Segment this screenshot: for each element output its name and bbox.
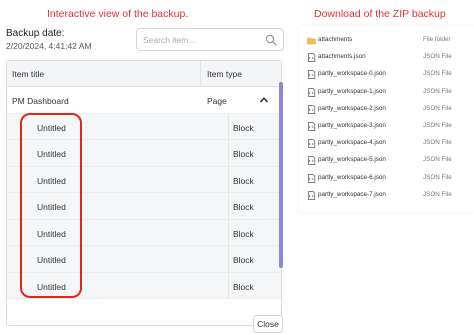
row-type: Block xyxy=(233,228,254,239)
file-name: partly_workspace-1.json xyxy=(318,87,386,95)
row-type: Block xyxy=(233,175,254,186)
row-title: PM Dashboard xyxy=(12,96,69,106)
table-header: Item title Item type xyxy=(7,61,281,87)
file-type: JSON File xyxy=(423,53,452,61)
file-name: partly_workspace-2.json xyxy=(318,104,386,112)
json-file-icon xyxy=(308,173,316,183)
row-type: Page xyxy=(207,96,227,106)
file-row[interactable]: partly_workspace-0.json JSON File xyxy=(299,66,474,83)
file-row[interactable]: partly_workspace-6.json JSON File xyxy=(299,170,474,187)
search-icon[interactable] xyxy=(265,34,277,46)
file-name: partly_workspace-6.json xyxy=(318,173,386,181)
json-file-icon xyxy=(308,87,316,97)
close-button[interactable]: Close xyxy=(253,315,283,333)
json-file-icon xyxy=(308,139,316,149)
column-divider xyxy=(228,113,229,139)
annotation-highlight xyxy=(20,113,82,298)
file-name: partly_workspace-7.json xyxy=(318,190,386,198)
file-name: partly_workspace-3.json xyxy=(318,122,386,129)
file-type: JSON File xyxy=(423,173,452,181)
column-divider xyxy=(228,272,229,298)
file-name: partly_workspace-5.json xyxy=(318,156,386,164)
backup-date-label: Backup date: xyxy=(6,28,65,39)
file-type: JSON File xyxy=(423,122,452,129)
file-row[interactable]: attachments File folder xyxy=(299,32,474,49)
row-type: Block xyxy=(233,255,254,265)
json-file-icon xyxy=(308,104,316,114)
file-name: attachments xyxy=(318,36,353,43)
table-row-parent[interactable]: PM Dashboard Page xyxy=(7,87,281,114)
search-box[interactable] xyxy=(136,28,284,51)
search-input[interactable] xyxy=(143,32,261,48)
file-row[interactable]: attachments.json JSON File xyxy=(299,49,474,66)
column-divider xyxy=(228,193,229,219)
json-file-icon xyxy=(308,53,316,63)
file-row[interactable]: partly_workspace-1.json JSON File xyxy=(299,84,474,101)
file-row[interactable]: partly_workspace-3.json JSON File xyxy=(299,118,474,135)
file-row[interactable]: partly_workspace-5.json JSON File xyxy=(299,152,474,169)
row-type: Block xyxy=(233,202,254,212)
json-file-icon xyxy=(308,190,316,200)
file-name: partly_workspace-0.json xyxy=(318,70,386,78)
row-type: Block xyxy=(233,149,254,159)
backup-date-value: 2/20/2024, 4:41:42 AM xyxy=(6,41,92,51)
json-file-icon xyxy=(308,70,316,80)
file-type: JSON File xyxy=(423,190,452,198)
json-file-icon xyxy=(308,156,316,166)
file-type: JSON File xyxy=(423,70,452,78)
column-divider xyxy=(228,246,229,272)
column-divider xyxy=(228,166,229,192)
caption-zip-download: Download of the ZIP backup xyxy=(314,8,446,20)
column-divider xyxy=(228,140,229,166)
file-name: attachments.json xyxy=(318,53,366,61)
column-header-title: Item title xyxy=(12,69,45,79)
file-type: JSON File xyxy=(423,87,452,95)
column-divider xyxy=(200,61,201,87)
file-row[interactable]: partly_workspace-4.json JSON File xyxy=(299,135,474,152)
chevron-up-icon[interactable] xyxy=(259,96,269,104)
row-type: Block xyxy=(233,281,254,292)
column-divider xyxy=(228,219,229,245)
zip-file-list: attachments File folder attachments.json JS… xyxy=(299,26,474,212)
file-type: JSON File xyxy=(423,156,452,164)
folder-icon xyxy=(307,37,316,45)
file-row[interactable]: partly_workspace-7.json JSON File xyxy=(299,187,474,204)
json-file-icon xyxy=(308,122,316,131)
file-name: partly_workspace-4.json xyxy=(318,139,386,147)
caption-interactive-view: Interactive view of the backup. xyxy=(47,8,189,20)
row-type: Block xyxy=(233,122,254,133)
scrollbar[interactable] xyxy=(279,82,283,268)
file-type: File folder xyxy=(423,36,451,43)
column-header-type: Item type xyxy=(207,69,242,79)
file-type: JSON File xyxy=(423,139,452,147)
file-type: JSON File xyxy=(423,104,452,112)
file-row[interactable]: partly_workspace-2.json JSON File xyxy=(299,101,474,118)
